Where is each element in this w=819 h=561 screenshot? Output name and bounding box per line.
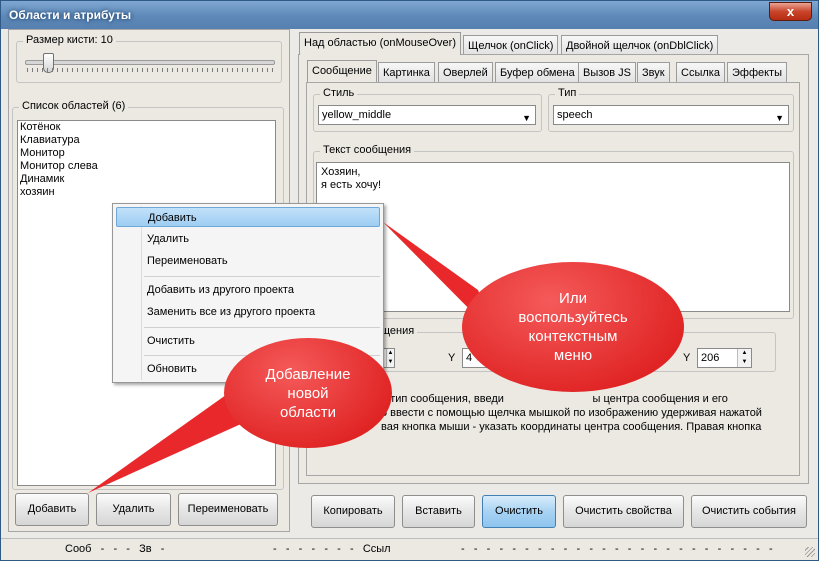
right-callout-line-4: меню: [553, 347, 593, 364]
right-callout-line-1: Или: [559, 290, 587, 307]
right-callout: Или воспользуйтесь контекстным меню: [462, 262, 684, 392]
callout-pointers: [88, 222, 500, 493]
left-callout-line-1: Добавление: [265, 365, 351, 383]
left-callout-line-3: области: [279, 403, 337, 421]
right-callout-line-3: контекстным: [528, 328, 618, 345]
left-callout-line-2: новой: [287, 384, 329, 402]
left-callout: Добавление новой области: [224, 338, 392, 448]
right-callout-line-2: воспользуйтесь: [518, 309, 628, 326]
